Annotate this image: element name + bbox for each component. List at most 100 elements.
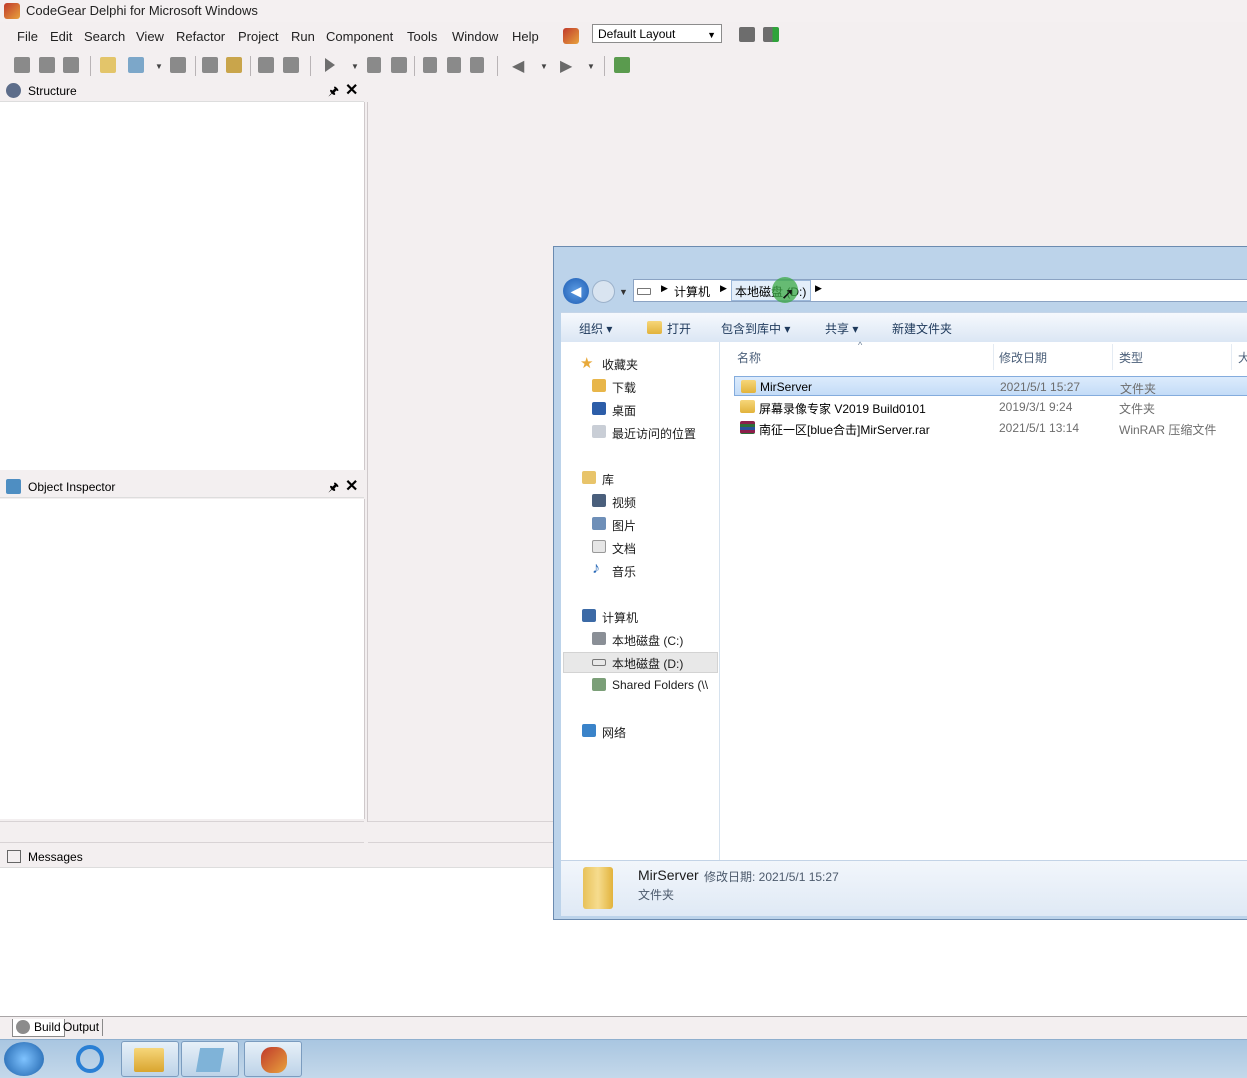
column-modified[interactable]: 修改日期 — [999, 349, 1047, 366]
menu-refactor[interactable]: Refactor — [176, 29, 225, 44]
nav-drive-c[interactable]: 本地磁盘 (C:) — [612, 632, 683, 649]
pause-icon[interactable] — [367, 57, 381, 73]
column-name[interactable]: 名称 — [737, 349, 761, 366]
file-type: WinRAR 压缩文件 — [1119, 423, 1217, 437]
address-bar[interactable]: ▶ 计算机 ▶ 本地磁盘 (D:) ▶ ➚ — [633, 277, 1247, 303]
drive-icon — [637, 288, 651, 295]
messages-tabs: Build Output — [0, 1016, 1247, 1039]
view-form-icon[interactable] — [283, 57, 299, 73]
chevron-down-icon[interactable]: ▼ — [351, 62, 359, 71]
save-desktop-icon[interactable] — [739, 27, 755, 42]
drive-d-icon — [592, 659, 606, 666]
tab-output[interactable]: Output — [60, 1019, 104, 1036]
add-file-icon[interactable] — [202, 57, 218, 73]
nav-recent[interactable]: 最近访问的位置 — [612, 425, 696, 442]
start-button[interactable] — [4, 1042, 44, 1076]
menu-tools[interactable]: Tools — [407, 29, 437, 44]
back-button[interactable]: ◀ — [563, 278, 589, 304]
new-items-icon[interactable] — [100, 57, 116, 73]
taskbar-explorer[interactable] — [121, 1041, 179, 1077]
nav-drive-d[interactable]: 本地磁盘 (D:) — [612, 655, 683, 672]
forward-arrow-icon[interactable]: ▶ — [560, 56, 572, 76]
organize-button[interactable]: 组织 ▾ — [579, 320, 612, 337]
chevron-down-icon[interactable]: ▼ — [540, 62, 548, 71]
save-all-icon[interactable] — [170, 57, 186, 73]
title-bar: CodeGear Delphi for Microsoft Windows — [0, 0, 1247, 22]
column-type[interactable]: 类型 — [1119, 349, 1143, 366]
run-to-cursor-icon[interactable] — [470, 57, 484, 73]
file-name: MirServer — [760, 380, 813, 394]
command-bar: 组织 ▾ 打开 包含到库中 ▾ 共享 ▾ 新建文件夹 — [561, 312, 1247, 343]
menu-edit[interactable]: Edit — [50, 29, 72, 44]
run-icon[interactable] — [325, 58, 335, 72]
messages-icon — [7, 850, 21, 863]
chevron-right-icon[interactable]: ▶ — [720, 283, 727, 294]
open-icon[interactable] — [39, 57, 55, 73]
file-row-mirserver[interactable]: MirServer 2021/5/1 15:27 文件夹 — [734, 376, 1247, 396]
pin-icon[interactable]: 🖈 — [328, 82, 339, 103]
recent-places-icon — [592, 425, 606, 438]
close-icon[interactable]: ✕ — [345, 80, 358, 100]
downloads-icon — [592, 379, 606, 392]
nav-desktop[interactable]: 桌面 — [612, 402, 636, 419]
breadcrumb-computer[interactable]: 计算机 — [674, 283, 710, 300]
stop-icon[interactable] — [391, 57, 407, 73]
nav-videos[interactable]: 视频 — [612, 494, 636, 511]
layout-combo[interactable]: Default Layout ▼ — [592, 24, 722, 43]
open-button[interactable]: 打开 — [667, 320, 691, 337]
documents-icon — [592, 540, 606, 553]
open-folder-icon[interactable] — [226, 57, 242, 73]
details-modified: 修改日期: 2021/5/1 15:27 — [704, 870, 839, 884]
nav-network[interactable]: 网络 — [602, 724, 626, 741]
menu-window[interactable]: Window — [452, 29, 498, 44]
nav-favorites[interactable]: 收藏夹 — [602, 356, 638, 373]
include-in-library-button[interactable]: 包含到库中 ▾ — [721, 320, 790, 337]
forward-button[interactable] — [592, 280, 615, 303]
menu-run[interactable]: Run — [291, 29, 315, 44]
new-icon[interactable] — [14, 57, 30, 73]
file-row-screen-recorder[interactable]: 屏幕录像专家 V2019 Build0101 2019/3/1 9:24 文件夹 — [734, 397, 1247, 417]
taskbar-delphi[interactable] — [244, 1041, 302, 1077]
chevron-down-icon[interactable]: ▼ — [619, 287, 628, 297]
menu-search[interactable]: Search — [84, 29, 125, 44]
help-book-icon[interactable] — [614, 57, 630, 73]
tab-output-label: Output — [63, 1020, 100, 1034]
folder-large-icon — [583, 867, 613, 909]
share-button[interactable]: 共享 ▾ — [825, 320, 858, 337]
column-size[interactable]: 大 — [1238, 349, 1247, 366]
set-debug-desktop-icon[interactable] — [763, 27, 779, 42]
view-unit-icon[interactable] — [258, 57, 274, 73]
menu-view[interactable]: View — [136, 29, 164, 44]
step-over-icon[interactable] — [447, 57, 461, 73]
taskbar-notepad[interactable] — [181, 1041, 239, 1077]
nav-music[interactable]: 音乐 — [612, 563, 636, 580]
nav-libraries[interactable]: 库 — [602, 471, 614, 488]
close-icon[interactable]: ✕ — [345, 476, 358, 496]
menu-file[interactable]: File — [17, 29, 38, 44]
nav-shared-folders[interactable]: Shared Folders (\\ — [612, 678, 718, 692]
object-inspector-icon — [6, 479, 21, 494]
trace-into-icon[interactable] — [423, 57, 437, 73]
chevron-down-icon[interactable]: ▼ — [587, 62, 595, 71]
file-row-rar-archive[interactable]: 南征一区[blue合击]MirServer.rar 2021/5/1 13:14… — [734, 418, 1247, 438]
back-arrow-icon[interactable]: ◀ — [512, 56, 524, 76]
menu-project[interactable]: Project — [238, 29, 278, 44]
menu-component[interactable]: Component — [326, 29, 393, 44]
music-icon: ♪ — [592, 560, 600, 577]
ie-icon[interactable] — [76, 1045, 104, 1073]
save-icon[interactable] — [63, 57, 79, 73]
open-project-icon[interactable] — [128, 57, 144, 73]
new-folder-button[interactable]: 新建文件夹 — [892, 320, 952, 337]
network-drive-icon — [592, 678, 606, 691]
menu-help[interactable]: Help — [512, 29, 539, 44]
chevron-right-icon[interactable]: ▶ — [815, 283, 822, 294]
nav-pictures[interactable]: 图片 — [612, 517, 636, 534]
tab-build[interactable]: Build — [12, 1019, 65, 1037]
nav-downloads[interactable]: 下载 — [612, 379, 636, 396]
nav-documents[interactable]: 文档 — [612, 540, 636, 557]
messages-header: Messages — [0, 847, 553, 868]
pin-icon[interactable]: 🖈 — [328, 478, 339, 499]
nav-computer[interactable]: 计算机 — [602, 609, 638, 626]
chevron-down-icon[interactable]: ▼ — [155, 62, 163, 71]
details-pane: MirServer 修改日期: 2021/5/1 15:27 文件夹 — [561, 860, 1247, 916]
